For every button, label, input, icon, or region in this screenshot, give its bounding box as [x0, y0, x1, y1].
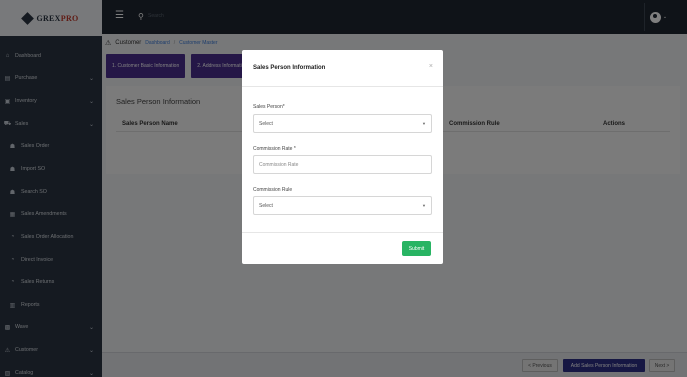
commission-rate-label: Commission Rate * [253, 146, 296, 152]
commission-rate-input[interactable] [259, 161, 431, 168]
commission-rule-label: Commission Rule [253, 187, 293, 193]
caret-down-icon: ▼ [422, 121, 426, 126]
sales-person-value: Select [259, 120, 273, 127]
commission-rate-field [253, 155, 432, 174]
modal-title: Sales Person Information [253, 65, 326, 71]
commission-rule-value: Select [259, 202, 273, 209]
close-icon[interactable]: × [429, 63, 433, 70]
commission-rule-select[interactable]: Select ▼ [253, 196, 432, 215]
sales-person-label: Sales Person* [253, 104, 285, 110]
caret-down-icon: ▼ [422, 203, 426, 208]
submit-button[interactable]: Submit [402, 241, 431, 256]
sales-person-modal: Sales Person Information × Sales Person*… [242, 50, 443, 264]
sales-person-select[interactable]: Select ▼ [253, 114, 432, 133]
modal-footer: Submit [242, 232, 443, 264]
modal-header: Sales Person Information × [242, 50, 443, 87]
